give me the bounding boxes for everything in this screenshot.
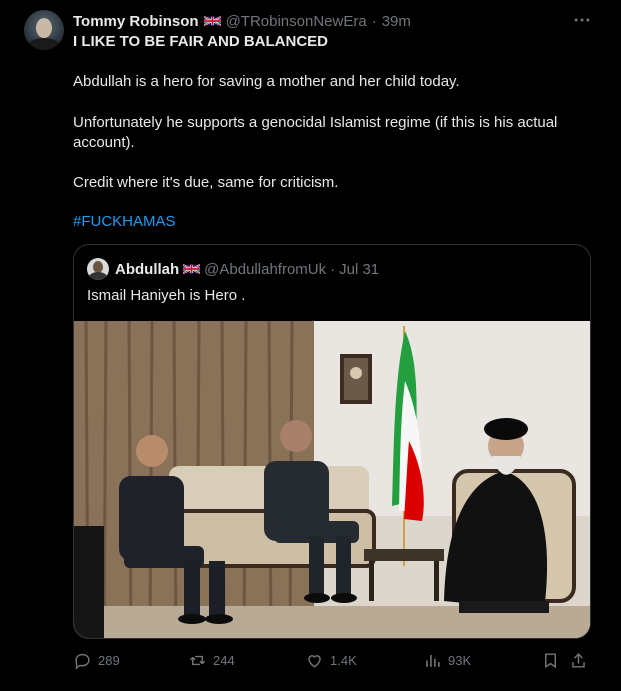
quote-header: Abdullah @AbdullahfromUk · Jul 31 (115, 259, 379, 279)
separator: · (371, 12, 377, 30)
quoted-tweet[interactable]: Abdullah @AbdullahfromUk · Jul 31 Ismail… (73, 244, 591, 639)
author-avatar[interactable] (24, 10, 64, 50)
quote-author-name[interactable]: Abdullah (115, 261, 179, 278)
repost-icon (189, 655, 206, 665)
reply-button[interactable]: 289 (73, 648, 120, 672)
more-icon[interactable] (572, 10, 592, 30)
bookmark-button[interactable] (541, 648, 560, 672)
action-bar: 289 244 1.4K 93K (73, 648, 593, 672)
repost-count: 244 (213, 652, 235, 668)
quote-author-handle[interactable]: @AbdullahfromUk (204, 261, 326, 278)
tweet-text-line: Credit where it's due, same for criticis… (73, 174, 339, 191)
views-count: 93K (448, 652, 472, 668)
like-icon (308, 654, 321, 668)
timestamp[interactable]: 39m (382, 13, 411, 30)
uk-flag-icon (183, 263, 201, 275)
repost-button[interactable]: 244 (188, 648, 235, 672)
bookmark-icon (545, 652, 556, 668)
tweet-text-line: Abdullah is a hero for saving a mother a… (73, 73, 460, 90)
quote-author-avatar[interactable] (87, 258, 109, 280)
like-count: 1.4K (330, 652, 357, 668)
tweet-text-line: Unfortunately he supports a genocidal Is… (73, 114, 558, 151)
share-button[interactable] (569, 648, 588, 672)
share-icon (572, 652, 585, 668)
quote-text: Ismail Haniyeh is Hero . (87, 287, 246, 304)
reply-icon (75, 653, 90, 670)
reply-count: 289 (98, 652, 120, 668)
quote-timestamp[interactable]: Jul 31 (339, 261, 379, 278)
author-handle[interactable]: @TRobinsonNewEra (226, 13, 367, 30)
tweet-header: Tommy Robinson @TRobinsonNewEra · 39m (73, 11, 411, 31)
tweet-text-line: I LIKE TO BE FAIR AND BALANCED (73, 33, 329, 50)
tweet[interactable]: Tommy Robinson @TRobinsonNewEra · 39m I … (0, 0, 621, 691)
views-button[interactable]: 93K (423, 648, 471, 672)
separator: · (330, 260, 336, 278)
uk-flag-icon (203, 15, 221, 27)
like-button[interactable]: 1.4K (305, 648, 357, 672)
hashtag-link[interactable]: #FUCKHAMAS (73, 212, 176, 232)
quote-photo[interactable] (74, 321, 590, 638)
author-name[interactable]: Tommy Robinson (73, 13, 199, 30)
views-icon (426, 654, 440, 667)
